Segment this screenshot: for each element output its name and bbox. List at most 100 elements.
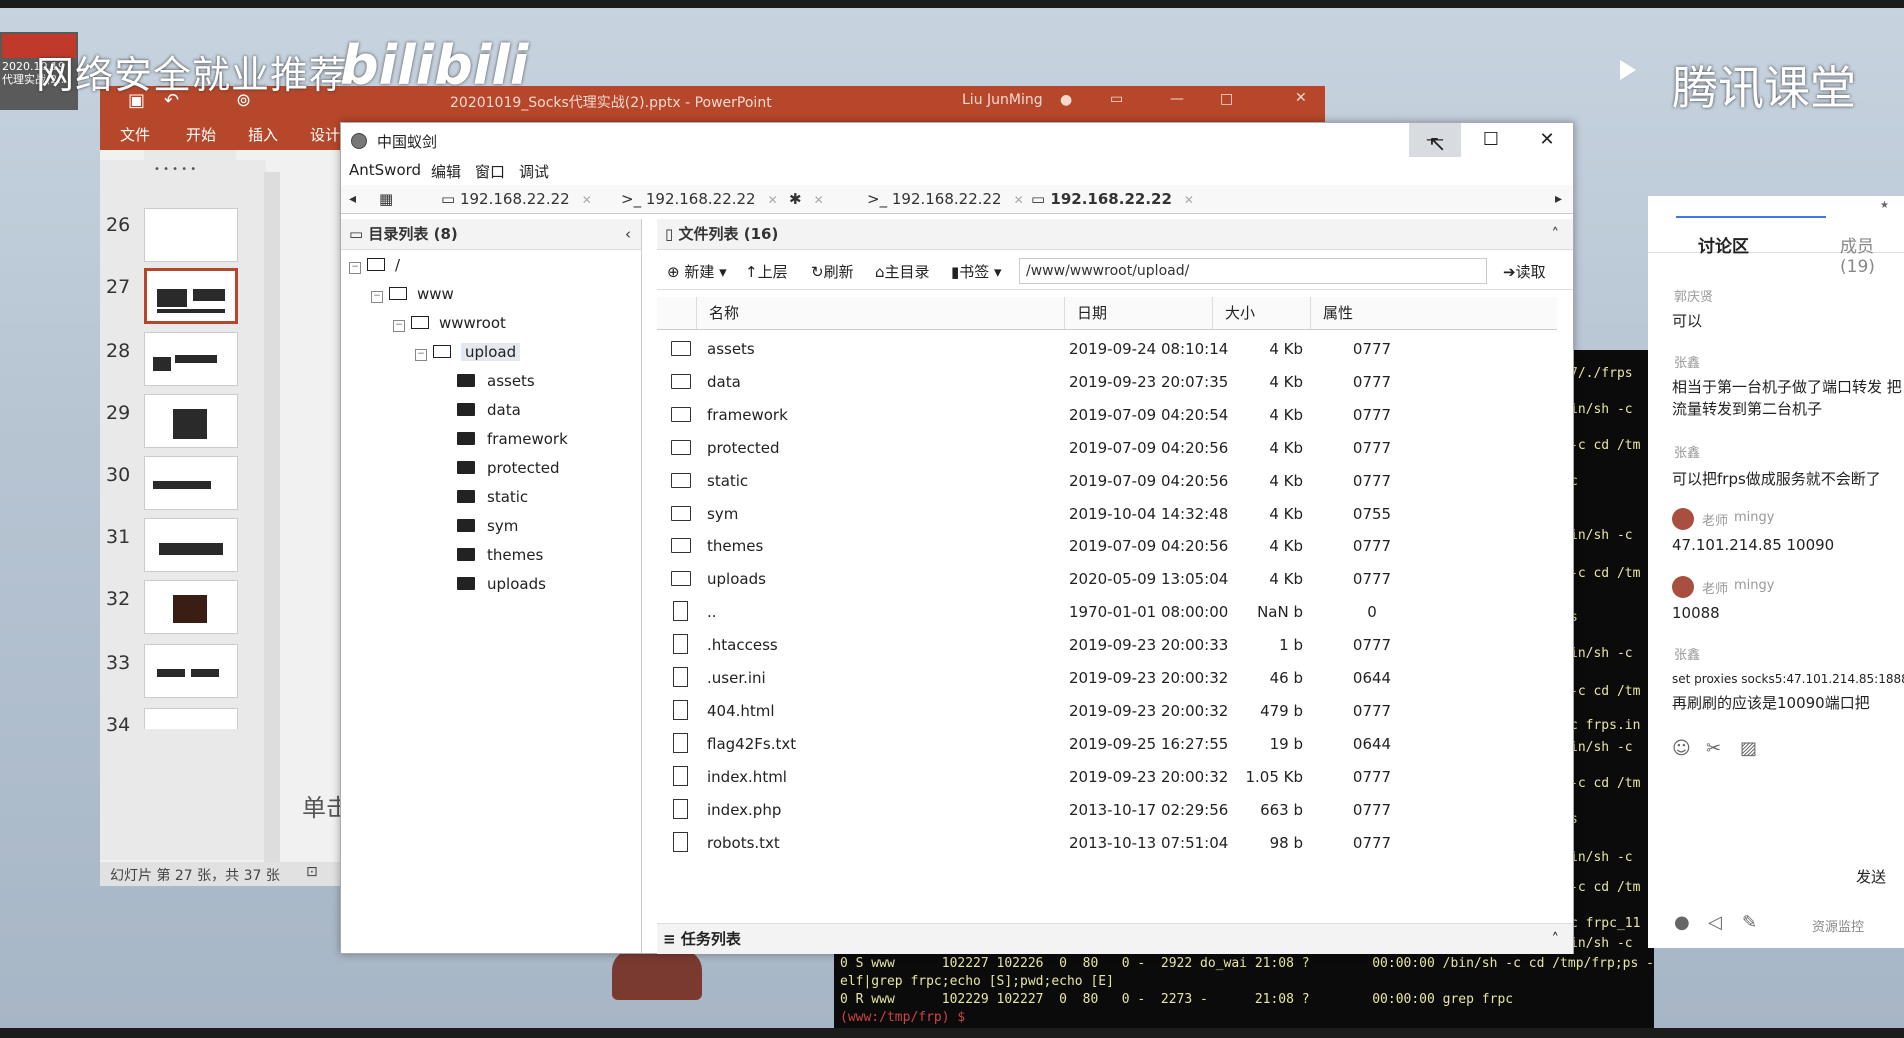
table-row[interactable]: static 2019-07-09 04:20:56 4 Kb 0777 — [657, 465, 1557, 497]
thumbnail-scrollbar[interactable] — [264, 172, 280, 862]
tab-terminal-1[interactable]: >_ 192.168.22.22 ✕ — [621, 185, 778, 213]
slide-thumb-34[interactable] — [144, 708, 238, 729]
column-header-attr[interactable]: 属性 — [1311, 297, 1401, 329]
tree-item-data[interactable]: data — [437, 398, 521, 422]
tree-item-assets[interactable]: assets — [437, 369, 535, 393]
tab-close-icon[interactable]: ✕ — [768, 193, 778, 207]
tab-close-icon[interactable]: ✕ — [1184, 193, 1194, 207]
tab-discussion[interactable]: 讨论区 — [1698, 232, 1749, 257]
tree-collapse-icon[interactable]: − — [415, 349, 427, 361]
resource-monitor-link[interactable]: 资源监控 — [1812, 916, 1864, 935]
ppt-close-icon[interactable]: ✕ — [1295, 90, 1307, 106]
tree-item-www[interactable]: − www — [371, 282, 454, 306]
ppt-tab-home[interactable]: 开始 — [186, 124, 216, 145]
slide-thumb-25[interactable]: • • • • • — [144, 150, 236, 190]
tab-close-icon[interactable]: ✕ — [582, 193, 592, 207]
tree-item-static[interactable]: static — [437, 485, 528, 509]
tree-item-framework[interactable]: framework — [437, 427, 568, 451]
column-header-size[interactable]: 大小 — [1213, 297, 1311, 329]
collapse-up-icon[interactable]: ˄ — [1552, 219, 1560, 249]
path-input[interactable]: /www/wwwroot/upload/ — [1019, 258, 1487, 284]
table-row[interactable]: 404.html 2019-09-23 20:00:32 479 b 0777 — [657, 695, 1557, 727]
tree-item-uploads[interactable]: uploads — [437, 572, 546, 596]
column-header-date[interactable]: 日期 — [1065, 297, 1213, 329]
play-icon[interactable] — [1620, 60, 1636, 80]
tree-item-upload[interactable]: − upload — [415, 340, 521, 364]
tree-collapse-icon[interactable]: − — [393, 320, 405, 332]
tab-close-icon[interactable]: ✕ — [1014, 193, 1024, 207]
menu-edit[interactable]: 编辑 — [431, 161, 461, 182]
slide-thumb-27[interactable] — [144, 268, 238, 324]
table-row[interactable]: themes 2019-07-09 04:20:56 4 Kb 0777 — [657, 530, 1557, 562]
menu-antsword[interactable]: AntSword — [349, 161, 421, 179]
tab-filemanager-active[interactable]: ▭ 192.168.22.22 ✕ — [1031, 185, 1194, 213]
folder-icon — [671, 473, 691, 488]
terminal-prompt[interactable]: (www:/tmp/frp) $ — [840, 1010, 965, 1025]
ppt-tab-file[interactable]: 文件 — [120, 124, 150, 145]
collapse-panel-icon[interactable]: ‹ — [625, 219, 631, 249]
slide-thumb-31[interactable] — [144, 518, 238, 572]
table-row[interactable]: sym 2019-10-04 14:32:48 4 Kb 0755 — [657, 498, 1557, 530]
speaker-icon[interactable]: ◁ — [1708, 912, 1722, 933]
slide-thumb-32[interactable] — [144, 580, 238, 634]
tab-scroll-right-icon[interactable]: ▸ — [1555, 191, 1562, 207]
maximize-button[interactable]: ☐ — [1465, 123, 1517, 157]
table-row[interactable]: .user.ini 2019-09-23 20:00:32 46 b 0644 — [657, 662, 1557, 694]
tab-settings[interactable]: ✱ ✕ — [789, 185, 824, 213]
image-icon[interactable]: ▨ — [1740, 738, 1757, 759]
notes-icon[interactable]: ⊡ — [306, 864, 318, 880]
emoji-icon[interactable]: ☺ — [1672, 738, 1691, 759]
tree-item-root[interactable]: − / — [349, 253, 400, 277]
tab-home[interactable]: ▦ — [379, 185, 393, 213]
close-button[interactable]: ✕ — [1521, 123, 1573, 157]
microphone-icon[interactable]: ● — [1674, 912, 1690, 933]
up-directory-button[interactable]: ↑上层 — [745, 261, 788, 282]
pin-icon[interactable]: ★ — [1880, 200, 1889, 211]
ppt-tab-design[interactable]: 设计 — [310, 124, 340, 145]
slide-thumb-33[interactable] — [144, 644, 238, 698]
tab-members[interactable]: 成员(19) — [1840, 232, 1904, 277]
tab-terminal-2[interactable]: >_ 192.168.22.22 ✕ — [867, 185, 1024, 213]
refresh-button[interactable]: ↻刷新 — [811, 261, 854, 282]
table-row[interactable]: framework 2019-07-09 04:20:54 4 Kb 0777 — [657, 399, 1557, 431]
new-button[interactable]: ⊕ 新建 ▾ — [667, 261, 727, 282]
column-header-name[interactable]: 名称 — [697, 297, 1065, 329]
tree-collapse-icon[interactable]: − — [349, 262, 361, 274]
tree-item-protected[interactable]: protected — [437, 456, 560, 480]
ppt-minimize-icon[interactable]: — — [1170, 91, 1184, 107]
slide-thumb-30[interactable] — [144, 456, 238, 510]
table-row[interactable]: robots.txt 2013-10-13 07:51:04 98 b 0777 — [657, 827, 1557, 859]
table-row[interactable]: uploads 2020-05-09 13:05:04 4 Kb 0777 — [657, 563, 1557, 595]
tree-item-wwwroot[interactable]: − wwwroot — [393, 311, 506, 335]
slide-thumb-26[interactable] — [144, 208, 238, 262]
table-row[interactable]: flag42Fs.txt 2019-09-25 16:27:55 19 b 0644 — [657, 728, 1557, 760]
tree-item-themes[interactable]: themes — [437, 543, 543, 567]
settings-icon[interactable]: ✎ — [1742, 912, 1757, 933]
menu-window[interactable]: 窗口 — [475, 161, 505, 182]
table-row[interactable]: .htaccess 2019-09-23 20:00:33 1 b 0777 — [657, 629, 1557, 661]
read-button[interactable]: ➔读取 — [1503, 261, 1546, 282]
ribbon-display-icon[interactable]: ▭ — [1110, 91, 1123, 107]
ppt-tab-insert[interactable]: 插入 — [248, 124, 278, 145]
slide-thumb-28[interactable] — [144, 332, 238, 386]
tab-close-icon[interactable]: ✕ — [814, 193, 824, 207]
tab-scroll-left-icon[interactable]: ◂ — [349, 191, 356, 207]
table-row[interactable]: index.html 2019-09-23 20:00:32 1.05 Kb 0777 — [657, 761, 1557, 793]
table-row[interactable]: protected 2019-07-09 04:20:56 4 Kb 0777 — [657, 432, 1557, 464]
table-row[interactable]: .. 1970-01-01 08:00:00 NaN b 0 — [657, 596, 1557, 628]
scissors-icon[interactable]: ✂ — [1706, 738, 1721, 759]
send-button[interactable]: 发送 — [1856, 866, 1886, 887]
home-directory-button[interactable]: ⌂主目录 — [875, 261, 930, 282]
slide-thumb-29[interactable] — [144, 394, 238, 448]
expand-task-icon[interactable]: ˄ — [1552, 924, 1560, 954]
table-row[interactable]: assets 2019-09-24 08:10:14 4 Kb 0777 — [657, 333, 1557, 365]
menu-debug[interactable]: 调试 — [519, 161, 549, 182]
tree-item-sym[interactable]: sym — [437, 514, 518, 538]
table-row[interactable]: index.php 2013-10-17 02:29:56 663 b 0777 — [657, 794, 1557, 826]
table-row[interactable]: data 2019-09-23 20:07:35 4 Kb 0777 — [657, 366, 1557, 398]
tab-filemanager-1[interactable]: ▭ 192.168.22.22 ✕ — [441, 185, 592, 213]
file-date: 2019-09-23 20:07:35 — [1069, 373, 1229, 391]
ppt-maximize-icon[interactable]: □ — [1220, 91, 1233, 107]
bookmark-button[interactable]: ▮书签 ▾ — [951, 261, 1002, 282]
tree-collapse-icon[interactable]: − — [371, 291, 383, 303]
